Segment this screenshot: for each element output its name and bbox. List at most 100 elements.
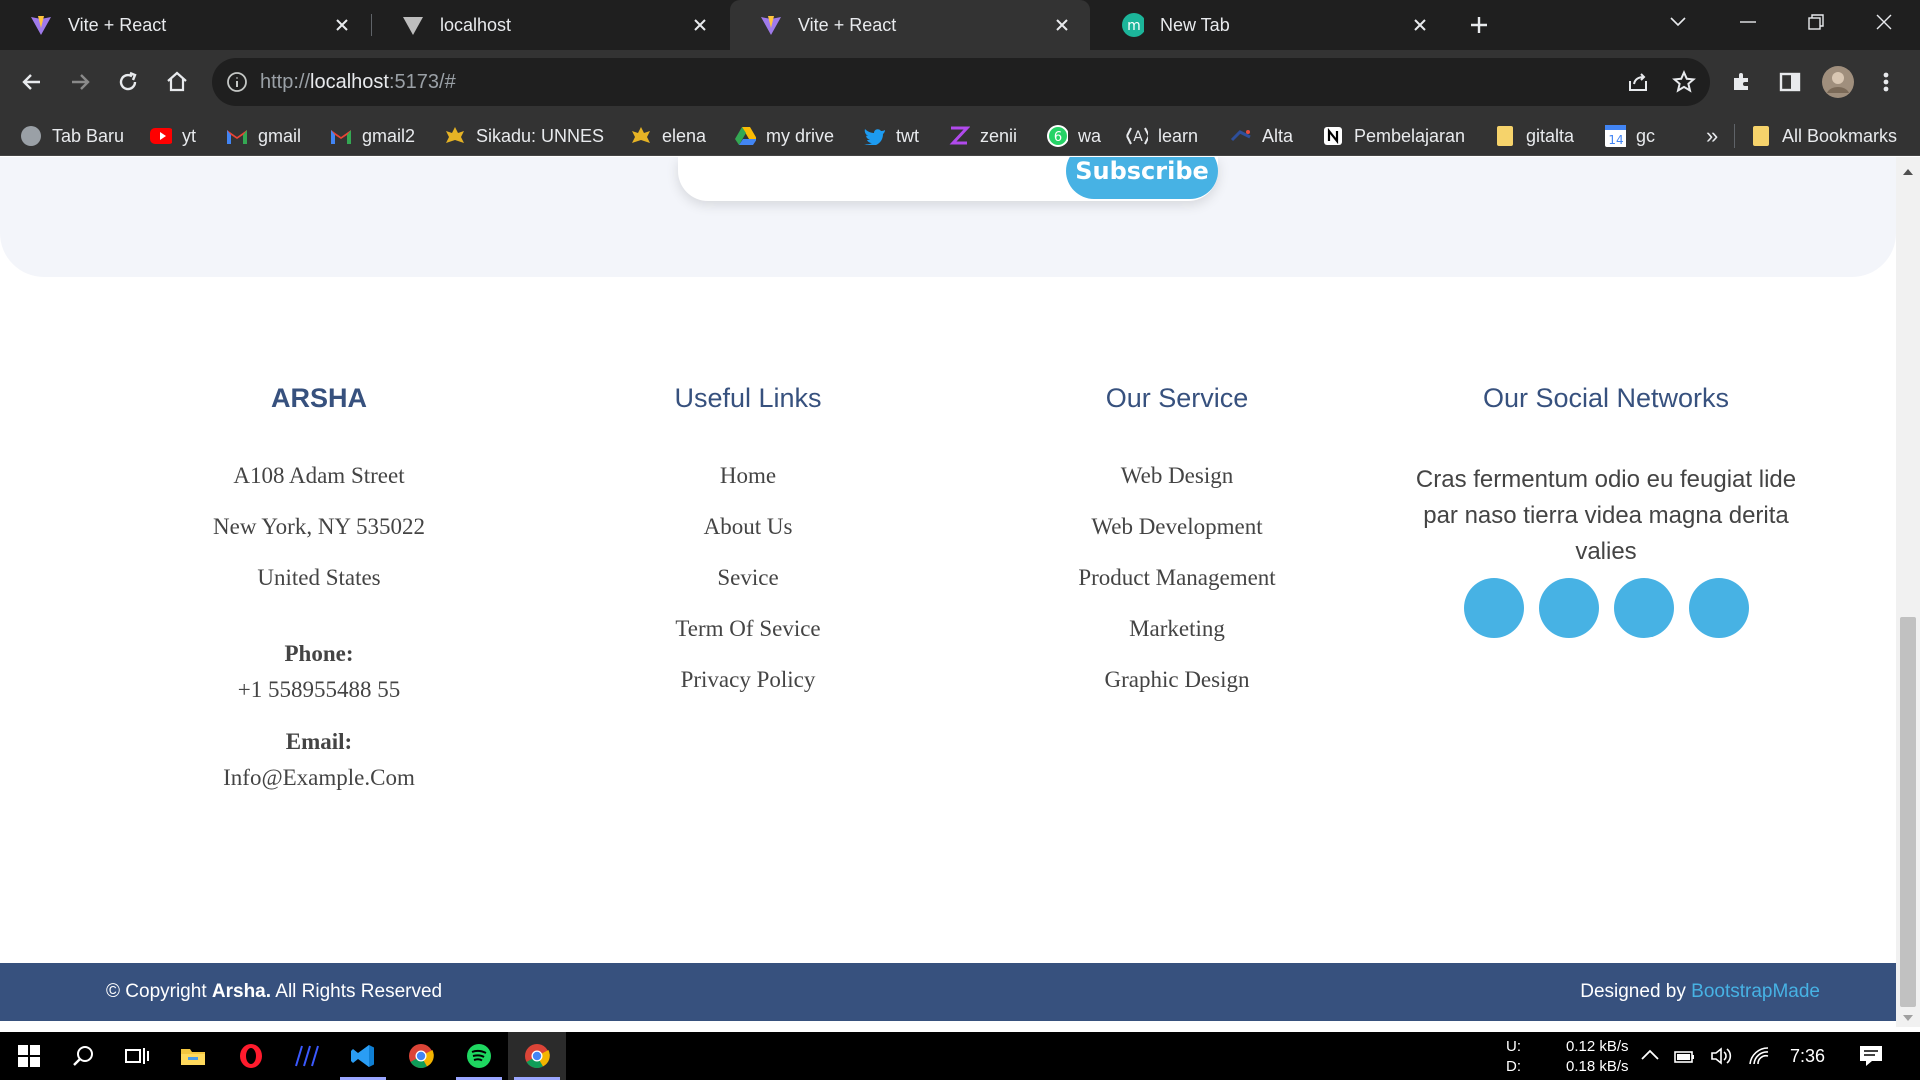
home-icon[interactable] bbox=[157, 62, 197, 102]
whatsapp-icon: 6 bbox=[1046, 125, 1068, 147]
footer-services: Our Service Web Design Web Development P… bbox=[977, 383, 1377, 717]
designer-link[interactable]: BootstrapMade bbox=[1691, 981, 1820, 1002]
tab-1[interactable]: Vite + React bbox=[0, 0, 370, 50]
tab-3[interactable]: Vite + React bbox=[730, 0, 1090, 50]
svg-text:6: 6 bbox=[1054, 130, 1062, 145]
window-close-icon[interactable] bbox=[1850, 0, 1918, 44]
restore-icon[interactable] bbox=[1782, 0, 1850, 44]
clock[interactable]: 7:36 bbox=[1790, 1046, 1825, 1067]
vscode-icon[interactable] bbox=[334, 1032, 392, 1080]
folder-icon bbox=[1494, 125, 1516, 147]
social-links bbox=[1406, 578, 1806, 638]
scroll-down-arrow-icon[interactable] bbox=[1896, 1013, 1920, 1027]
bookmark-gitalta[interactable]: gitalta bbox=[1494, 124, 1574, 148]
page-viewport: Subscribe ARSHA A108 Adam Street New Yor… bbox=[0, 157, 1896, 1027]
side-panel-icon[interactable] bbox=[1770, 62, 1810, 102]
social-link-1[interactable] bbox=[1463, 578, 1524, 638]
bookmarks-overflow-button[interactable]: » bbox=[1706, 123, 1718, 148]
social-link-3[interactable] bbox=[1613, 578, 1674, 638]
menu-kebab-icon[interactable] bbox=[1866, 62, 1906, 102]
extensions-icon[interactable] bbox=[1722, 62, 1762, 102]
footer-link-home[interactable]: Home bbox=[548, 462, 948, 513]
bookmark-alta[interactable]: Alta bbox=[1230, 124, 1293, 148]
service-link[interactable]: Web Development bbox=[977, 513, 1377, 564]
zenius-z-icon bbox=[948, 125, 970, 147]
reload-icon[interactable] bbox=[108, 62, 148, 102]
bookmark-sikadu[interactable]: Sikadu: UNNES bbox=[444, 124, 604, 148]
bookmark-pembelajaran[interactable]: Pembelajaran bbox=[1322, 124, 1465, 148]
svg-text:m: m bbox=[1127, 18, 1141, 34]
all-bookmarks-button[interactable]: All Bookmarks bbox=[1750, 124, 1897, 148]
bookmark-gmail[interactable]: gmail bbox=[226, 124, 301, 148]
service-link[interactable]: Web Design bbox=[977, 462, 1377, 513]
useful-links-title: Useful Links bbox=[674, 383, 822, 413]
bookmark-yt[interactable]: yt bbox=[150, 124, 196, 148]
wifi-icon[interactable] bbox=[1748, 1046, 1772, 1071]
tab-2[interactable]: localhost bbox=[372, 0, 728, 50]
designed-by: Designed by BootstrapMade bbox=[1580, 981, 1820, 1002]
chrome-icon[interactable] bbox=[508, 1032, 566, 1080]
new-tab-button[interactable] bbox=[1462, 10, 1496, 40]
our-service-title: Our Service bbox=[1105, 383, 1249, 413]
service-link[interactable]: Product Management bbox=[977, 564, 1377, 615]
chrome-icon[interactable] bbox=[392, 1032, 450, 1080]
avatar[interactable] bbox=[1818, 62, 1858, 102]
volume-icon[interactable] bbox=[1710, 1046, 1734, 1071]
bookmark-elena[interactable]: elena bbox=[630, 124, 706, 148]
footer-useful-links: Useful Links Home About Us Sevice Term O… bbox=[548, 383, 948, 717]
close-icon[interactable] bbox=[1408, 13, 1432, 37]
show-hidden-icons-icon[interactable] bbox=[1640, 1048, 1660, 1067]
footer-link-about[interactable]: About Us bbox=[548, 513, 948, 564]
task-view-icon[interactable] bbox=[108, 1032, 166, 1080]
search-icon[interactable] bbox=[54, 1032, 112, 1080]
bookmark-zenii[interactable]: zenii bbox=[948, 124, 1017, 148]
subscribe-button[interactable]: Subscribe bbox=[1066, 157, 1218, 199]
vite-icon bbox=[30, 14, 52, 36]
footer-social: Our Social Networks Cras fermentum odio … bbox=[1406, 383, 1806, 638]
tab-4[interactable]: m New Tab bbox=[1092, 0, 1448, 50]
m-icon: m bbox=[1122, 13, 1144, 37]
service-link[interactable]: Marketing bbox=[977, 615, 1377, 666]
bookmark-learn[interactable]: A learn bbox=[1126, 124, 1198, 148]
bookmark-wa[interactable]: 6 wa bbox=[1046, 124, 1101, 148]
close-icon[interactable] bbox=[330, 13, 354, 37]
footer-link-service[interactable]: Sevice bbox=[548, 564, 948, 615]
email-label: Email: bbox=[285, 729, 353, 754]
windows-taskbar: U: D: 0.12 kB/s 0.18 kB/s 7:36 bbox=[0, 1032, 1920, 1080]
footer-link-privacy[interactable]: Privacy Policy bbox=[548, 666, 948, 717]
bookmark-star-icon[interactable] bbox=[1672, 70, 1696, 99]
service-link[interactable]: Graphic Design bbox=[977, 666, 1377, 717]
site-info-icon[interactable] bbox=[226, 71, 248, 98]
address-bar[interactable]: http://localhost:5173/# bbox=[212, 58, 1710, 106]
opera-icon[interactable] bbox=[222, 1032, 280, 1080]
bookmark-twt[interactable]: twt bbox=[864, 124, 919, 148]
bookmark-my-drive[interactable]: my drive bbox=[734, 124, 834, 148]
scroll-up-arrow-icon[interactable] bbox=[1896, 167, 1920, 181]
share-icon[interactable] bbox=[1626, 70, 1650, 99]
scroll-thumb[interactable] bbox=[1900, 617, 1916, 1007]
close-icon[interactable] bbox=[688, 13, 712, 37]
tab-2-title: localhost bbox=[440, 14, 512, 35]
address-line: A108 Adam Street bbox=[233, 463, 405, 488]
close-icon[interactable] bbox=[1050, 13, 1074, 37]
social-link-4[interactable] bbox=[1688, 578, 1749, 638]
file-explorer-icon[interactable] bbox=[164, 1032, 222, 1080]
social-link-2[interactable] bbox=[1538, 578, 1599, 638]
twitter-bird-icon bbox=[864, 125, 886, 147]
back-icon[interactable] bbox=[12, 62, 52, 102]
minimize-icon[interactable] bbox=[1714, 0, 1782, 44]
battery-icon[interactable] bbox=[1672, 1046, 1696, 1071]
forward-icon[interactable] bbox=[60, 62, 100, 102]
bookmark-gc[interactable]: 14 gc bbox=[1604, 124, 1655, 148]
page-scrollbar[interactable] bbox=[1896, 157, 1920, 1027]
bookmark-gmail2[interactable]: gmail2 bbox=[330, 124, 415, 148]
tab-1-title: Vite + React bbox=[68, 14, 167, 35]
social-networks-title: Our Social Networks bbox=[1482, 383, 1730, 413]
visual-studio-icon[interactable] bbox=[278, 1032, 336, 1080]
notifications-icon[interactable] bbox=[1858, 1044, 1884, 1073]
footer-link-terms[interactable]: Term Of Sevice bbox=[548, 615, 948, 666]
windows-start-icon[interactable] bbox=[0, 1032, 58, 1080]
bookmark-tab-baru[interactable]: Tab Baru bbox=[20, 124, 124, 148]
tab-search-icon[interactable] bbox=[1644, 0, 1712, 44]
spotify-icon[interactable] bbox=[450, 1032, 508, 1080]
